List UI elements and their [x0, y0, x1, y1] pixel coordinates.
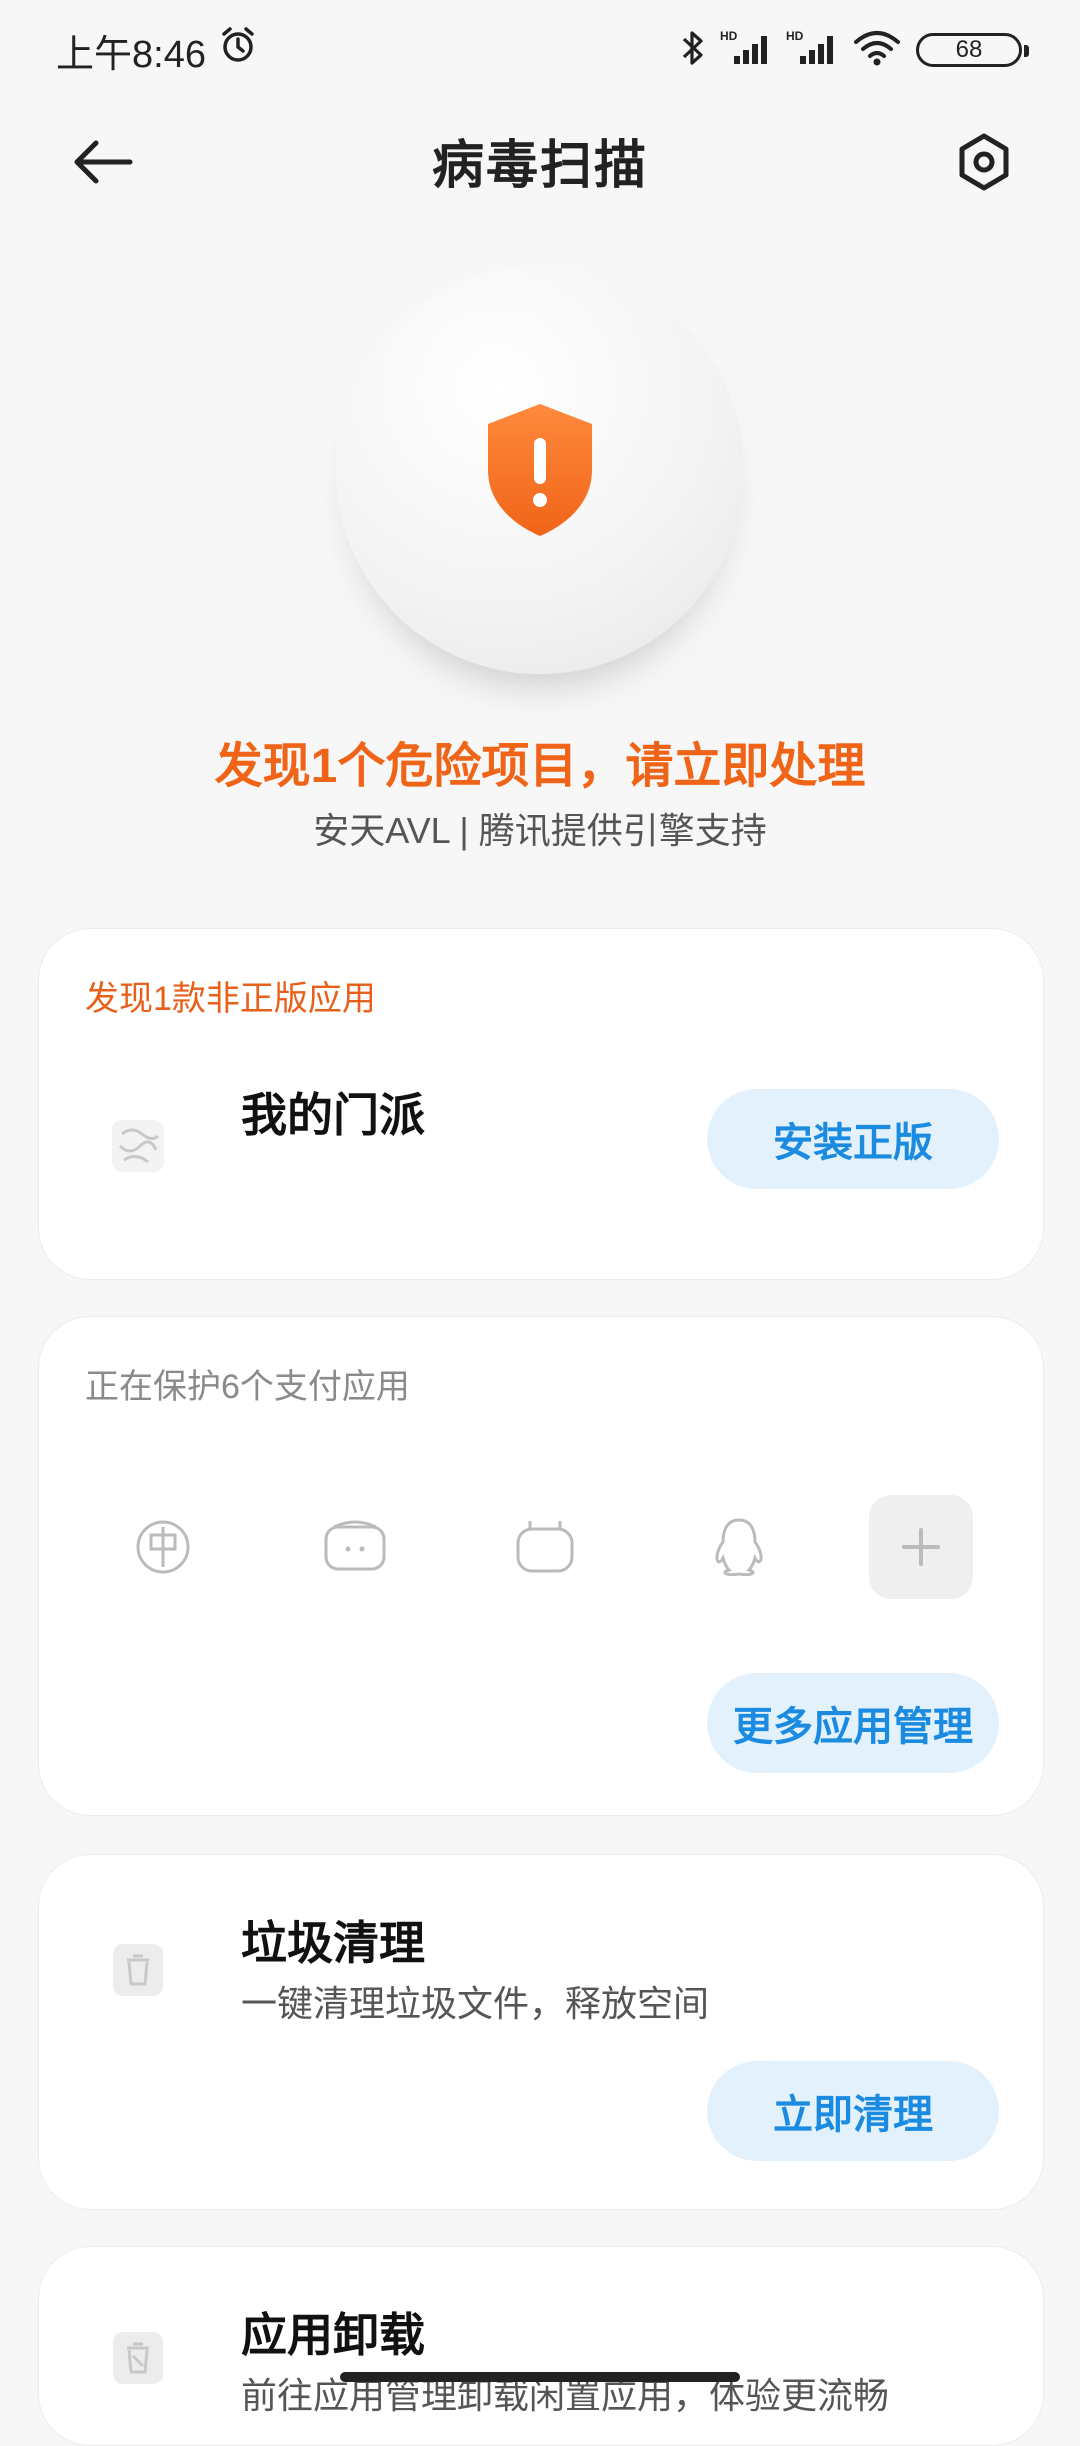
alarm-icon	[218, 25, 258, 75]
engine-credit: 安天AVL | 腾讯提供引擎支持	[313, 810, 767, 851]
add-payment-app-button[interactable]	[869, 1495, 973, 1599]
back-arrow-icon	[74, 140, 133, 184]
wifi-icon	[852, 28, 902, 73]
pirated-app-card: 发现1款非正版应用 我的门派 安装正版	[38, 928, 1044, 1280]
install-genuine-button[interactable]: 安装正版	[707, 1089, 999, 1189]
signal-icon-2: HD	[786, 28, 838, 73]
payment-protection-card: 正在保护6个支付应用 更多应用管理	[38, 1316, 1044, 1816]
top-bar: 病毒扫描	[0, 110, 1080, 210]
status-right: HD HD 68	[680, 28, 1029, 73]
home-indicator[interactable]	[340, 2372, 740, 2382]
battery-indicator: 68	[916, 33, 1029, 67]
status-left: 上午8:46	[56, 23, 258, 78]
svg-text:HD: HD	[720, 29, 738, 43]
junk-cleanup-title: 垃圾清理	[241, 1917, 425, 1969]
signal-icon-1: HD	[720, 28, 772, 73]
settings-button[interactable]	[948, 126, 1020, 198]
plus-icon	[902, 1528, 940, 1566]
payment-apps-row	[39, 1495, 1045, 1599]
scan-alert-title: 发现1个危险项目，请立即处理	[214, 740, 866, 793]
clean-now-button[interactable]: 立即清理	[707, 2061, 999, 2161]
app-icon	[107, 1115, 169, 1177]
app-uninstall-title: 应用卸载	[241, 2309, 425, 2361]
junk-cleanup-description: 一键清理垃圾文件，释放空间	[241, 1983, 710, 2024]
svg-text:HD: HD	[786, 29, 804, 43]
bank-app-icon[interactable]	[127, 1511, 199, 1583]
app-uninstall-card: 应用卸载 前往应用管理卸载闲置应用，体验更流畅	[38, 2246, 1044, 2446]
gear-icon	[959, 133, 1009, 191]
pirated-app-header: 发现1款非正版应用	[85, 980, 376, 1018]
scan-status-orb	[336, 266, 744, 674]
payment-protection-header: 正在保护6个支付应用	[85, 1368, 410, 1406]
trash-icon	[107, 1939, 169, 2001]
pay-app-icon[interactable]	[509, 1511, 581, 1583]
junk-cleanup-card: 垃圾清理 一键清理垃圾文件，释放空间 立即清理	[38, 1854, 1044, 2210]
pirated-app-name: 我的门派	[241, 1089, 425, 1141]
back-button[interactable]	[72, 132, 152, 192]
warning-shield-icon	[488, 404, 592, 536]
page-title: 病毒扫描	[431, 136, 648, 195]
battery-level: 68	[955, 36, 983, 63]
wallet-app-icon[interactable]	[319, 1511, 391, 1583]
bluetooth-icon	[680, 28, 706, 73]
status-time: 上午8:46	[56, 33, 206, 76]
qq-icon[interactable]	[703, 1511, 775, 1583]
status-bar: 上午8:46 HD HD 68	[0, 0, 1080, 100]
more-app-management-button[interactable]: 更多应用管理	[707, 1673, 999, 1773]
uninstall-icon	[107, 2327, 169, 2389]
